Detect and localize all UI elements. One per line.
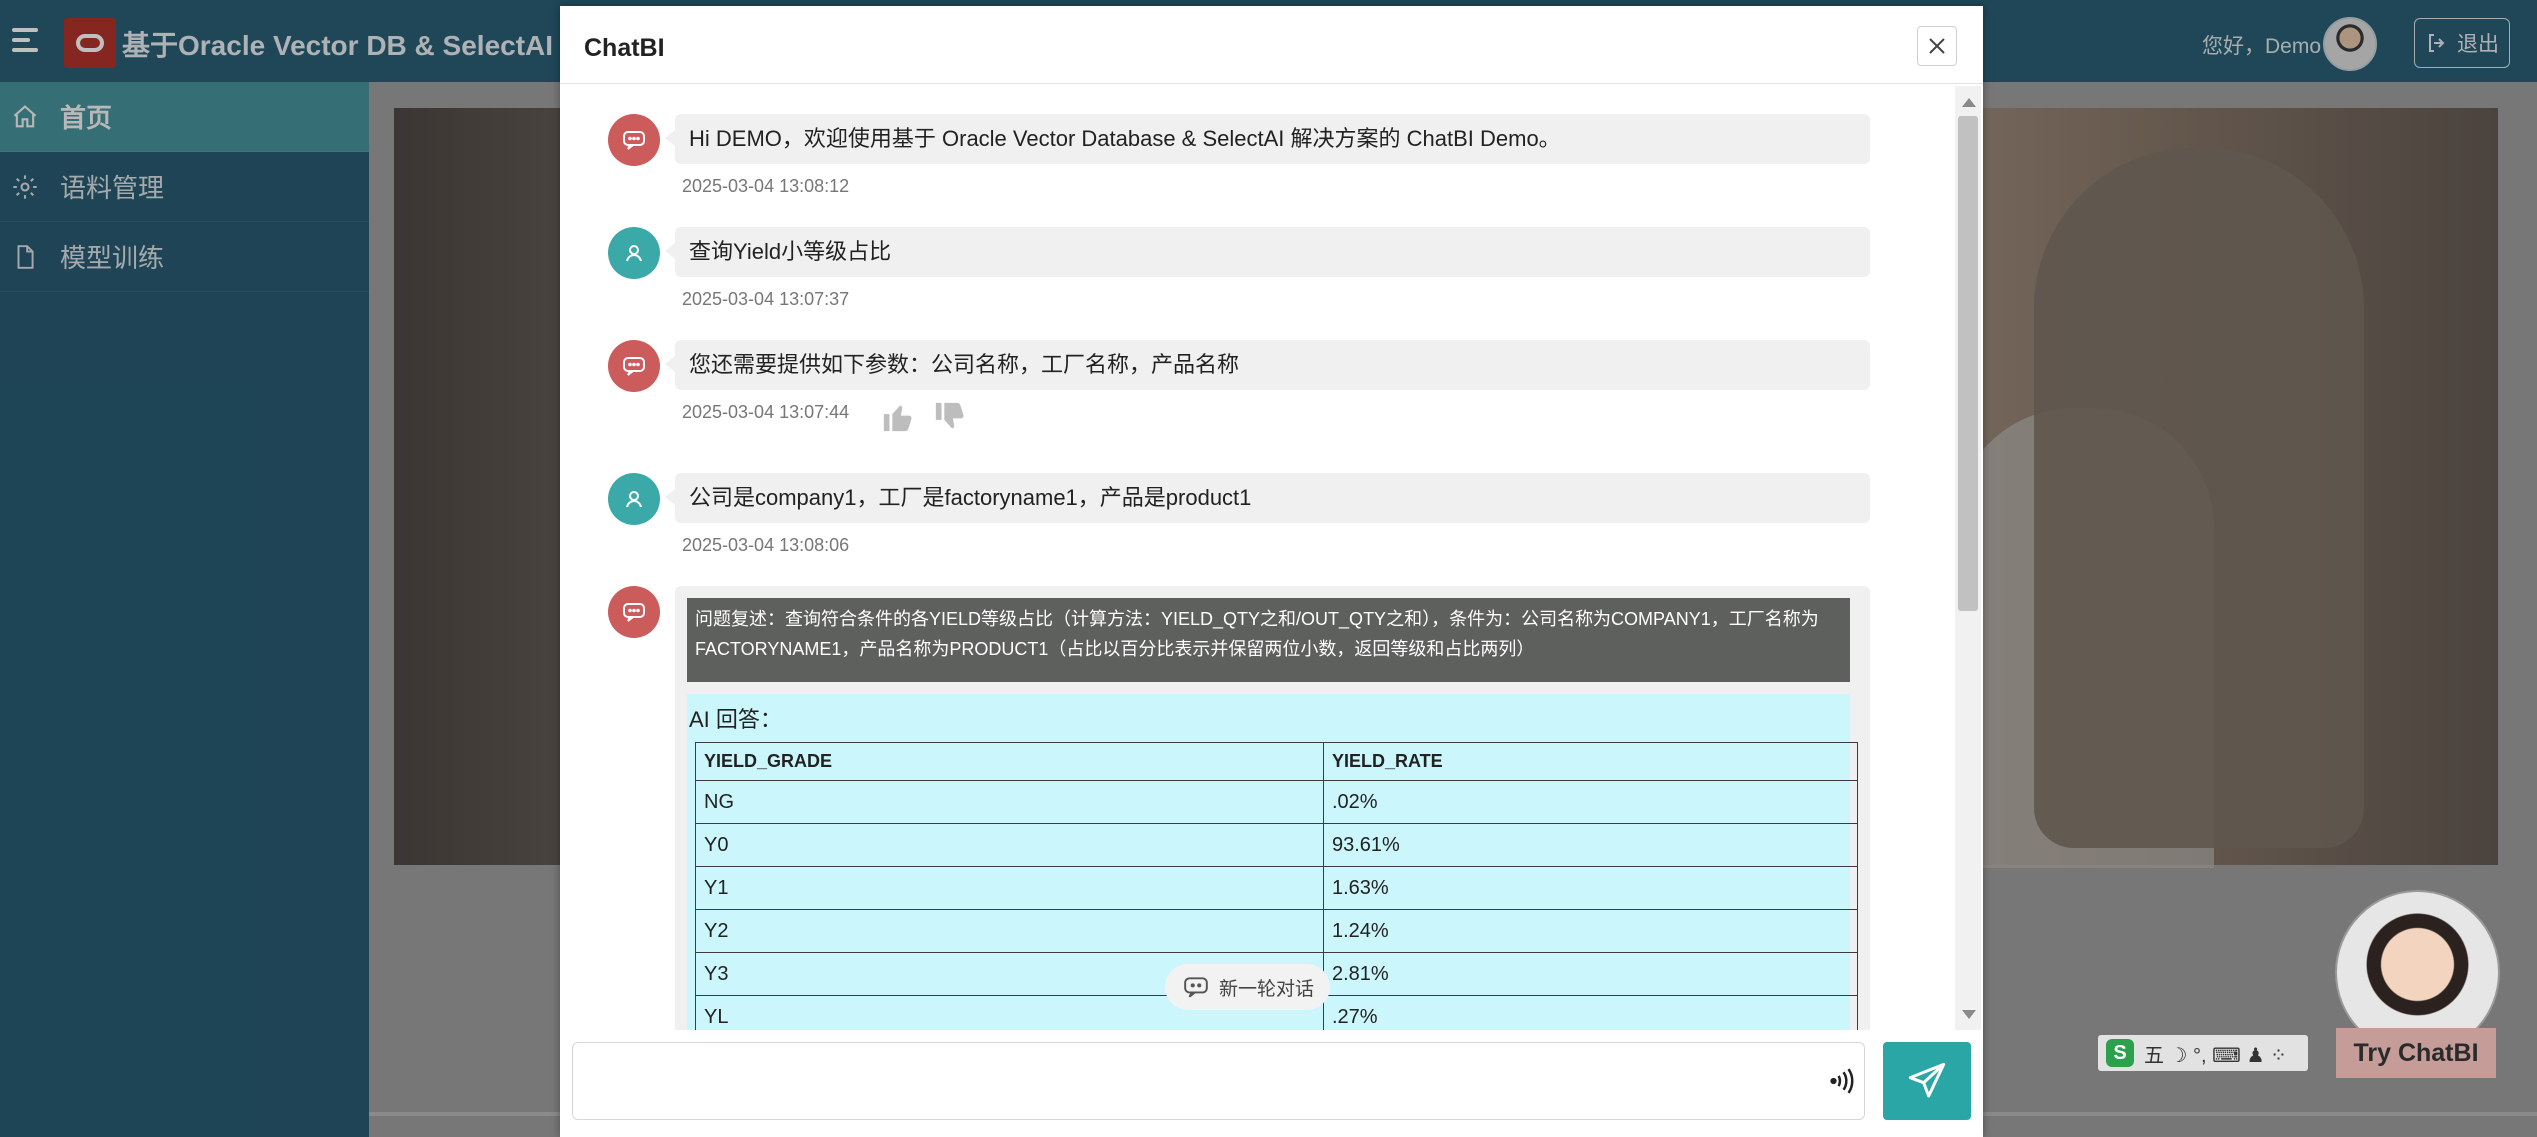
message-text: 您还需要提供如下参数：公司名称，工厂名称，产品名称 <box>665 340 1870 390</box>
table-cell: .02% <box>1323 780 1858 824</box>
message-timestamp: 2025-03-04 13:07:44 <box>682 402 850 422</box>
table-cell: Y2 <box>695 909 1324 953</box>
message-timestamp: 2025-03-04 13:07:37 <box>682 289 850 309</box>
close-button[interactable] <box>1917 26 1957 66</box>
chat-bot-icon <box>1184 977 1208 998</box>
message-text: 公司是company1，工厂是factoryname1，产品是product1 <box>665 473 1870 523</box>
dialog-header: ChatBI <box>560 6 1983 84</box>
message-composer <box>572 1042 1865 1120</box>
thumbs-down-icon[interactable] <box>932 400 968 434</box>
voice-input-icon[interactable] <box>1823 1063 1859 1099</box>
scroll-thumb[interactable] <box>1958 116 1978 611</box>
message-input[interactable] <box>573 1043 1803 1119</box>
hero-figure-shape <box>2034 148 2364 848</box>
table-row: Y0 93.61% <box>695 823 1858 867</box>
message-timestamp: 2025-03-04 13:08:06 <box>682 535 850 555</box>
new-conversation-label: 新一轮对话 <box>1219 978 1315 1000</box>
column-header: YIELD_RATE <box>1323 742 1858 781</box>
message-text: 查询Yield小等级占比 <box>665 227 1870 277</box>
table-header-row: YIELD_GRADE YIELD_RATE <box>695 742 1858 781</box>
table-cell: 1.63% <box>1323 866 1858 910</box>
message-timestamp: 2025-03-04 13:08:12 <box>682 176 850 196</box>
chatbot-icon <box>608 340 660 392</box>
chat-scrollbar[interactable] <box>1955 86 1981 1030</box>
ime-toolbar[interactable]: S 五 ☽ °, ⌨ ♟ ⁘ <box>2098 1035 2308 1071</box>
table-cell: 93.61% <box>1323 823 1858 867</box>
ime-status: 五 ☽ °, ⌨ ♟ ⁘ <box>2144 1044 2287 1067</box>
table-cell: .27% <box>1323 995 1858 1030</box>
chatbot-icon <box>608 114 660 166</box>
scroll-up-icon[interactable] <box>1962 98 1976 107</box>
try-chatbi-button[interactable]: Try ChatBI <box>2336 1028 2496 1078</box>
table-cell: 1.24% <box>1323 909 1858 953</box>
table-row: Y1 1.63% <box>695 866 1858 910</box>
sidebar-overlay <box>0 82 369 1137</box>
table-row: Y2 1.24% <box>695 909 1858 953</box>
table-cell: NG <box>695 780 1324 824</box>
close-icon <box>1929 38 1945 54</box>
table-cell: Y1 <box>695 866 1324 910</box>
column-header: YIELD_GRADE <box>695 742 1324 781</box>
feedback-buttons <box>880 400 968 434</box>
ime-logo-icon: S <box>2106 1039 2134 1067</box>
sidebar: 首页 语料管理 模型训练 <box>0 82 369 1137</box>
dialog-title: ChatBI <box>584 34 665 62</box>
scroll-down-icon[interactable] <box>1962 1010 1976 1019</box>
user-icon <box>608 473 660 525</box>
thumbs-up-icon[interactable] <box>880 400 916 434</box>
table-cell: 2.81% <box>1323 952 1858 996</box>
chat-history[interactable]: Hi DEMO，欢迎使用基于 Oracle Vector Database & … <box>560 86 1955 1030</box>
chatbot-icon <box>608 586 660 638</box>
send-icon <box>1908 1062 1946 1098</box>
user-icon <box>608 227 660 279</box>
ai-answer-label: AI 回答： <box>689 707 782 732</box>
table-row: NG .02% <box>695 780 1858 824</box>
chatbi-dialog: ChatBI Hi DEMO，欢迎使用基于 Oracle Vector Data… <box>560 6 1983 1137</box>
message-text: Hi DEMO，欢迎使用基于 Oracle Vector Database & … <box>665 114 1870 164</box>
table-cell: Y0 <box>695 823 1324 867</box>
new-conversation-button[interactable]: 新一轮对话 <box>1165 964 1330 1010</box>
send-button[interactable] <box>1883 1042 1971 1120</box>
problem-restatement: 问题复述：查询符合条件的各YIELD等级占比（计算方法：YIELD_QTY之和/… <box>687 598 1850 682</box>
